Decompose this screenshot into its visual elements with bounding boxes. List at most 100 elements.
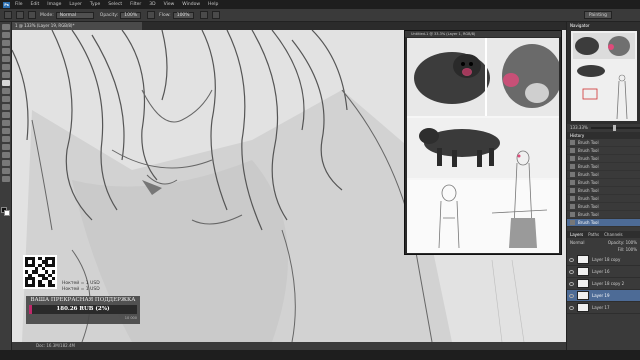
history-item[interactable]: Brush Tool bbox=[567, 219, 640, 227]
shape-tool-icon[interactable] bbox=[1, 160, 10, 166]
brush-icon bbox=[570, 196, 575, 201]
menu-help[interactable]: Help bbox=[208, 2, 218, 7]
marquee-tool-icon[interactable] bbox=[1, 32, 10, 38]
brush-icon bbox=[570, 180, 575, 185]
tab-history[interactable]: History bbox=[570, 132, 584, 139]
layers-panel-header: Layers Paths Channels bbox=[567, 231, 640, 238]
history-item-label: Brush Tool bbox=[578, 155, 599, 161]
donation-goal-widget: ВАША ПРЕКРАСНАЯ ПОДДЕРЖКА 180.26 RUB (2%… bbox=[26, 296, 140, 324]
tab-paths[interactable]: Paths bbox=[588, 231, 599, 238]
mode-select[interactable]: Normal bbox=[55, 11, 94, 19]
airbrush-icon[interactable] bbox=[199, 11, 208, 19]
visibility-eye-icon[interactable] bbox=[569, 305, 574, 310]
crop-tool-icon[interactable] bbox=[1, 56, 10, 62]
zoom-slider-knob[interactable] bbox=[612, 125, 616, 131]
dodge-tool-icon[interactable] bbox=[1, 128, 10, 134]
layer-name: Layer 17 bbox=[592, 305, 610, 310]
pressure-size-icon[interactable] bbox=[211, 11, 220, 19]
history-item-label: Brush Tool bbox=[578, 147, 599, 153]
type-tool-icon[interactable] bbox=[1, 144, 10, 150]
reference-window-title[interactable]: Untitled-1 @ 33.3% (Layer 1, RGB/8) bbox=[405, 31, 561, 37]
pen-tool-icon[interactable] bbox=[1, 136, 10, 142]
tab-navigator[interactable]: Navigator bbox=[570, 22, 590, 29]
visibility-eye-icon[interactable] bbox=[569, 257, 574, 262]
navigator-zoom-value[interactable]: 133.33% bbox=[570, 124, 588, 132]
menu-filter[interactable]: Filter bbox=[130, 2, 141, 7]
menu-window[interactable]: Window bbox=[182, 2, 200, 7]
brush-icon bbox=[570, 156, 575, 161]
layer-row[interactable]: Layer 19 bbox=[567, 290, 640, 302]
layers-list: Layer 18 copy Layer 16 Layer 18 copy 2 Laye… bbox=[567, 254, 640, 314]
doc-size-status: Doc: 16.3M/182.4M bbox=[36, 343, 75, 348]
menu-type[interactable]: Type bbox=[90, 2, 100, 7]
opacity-input[interactable]: 100% bbox=[120, 11, 142, 19]
menu-file[interactable]: File bbox=[15, 2, 23, 7]
reference-window[interactable]: Untitled-1 @ 33.3% (Layer 1, RGB/8) bbox=[404, 30, 562, 255]
visibility-eye-icon[interactable] bbox=[569, 281, 574, 286]
history-brush-tool-icon[interactable] bbox=[1, 96, 10, 102]
navigator-preview bbox=[571, 31, 637, 121]
healing-tool-icon[interactable] bbox=[1, 72, 10, 78]
layer-fill-input[interactable]: 100% bbox=[626, 247, 637, 252]
navigator-zoom-bar: 133.33% bbox=[567, 124, 640, 132]
right-dock: Navigator 133.33% History Brush Tool Bru… bbox=[566, 22, 640, 350]
eyedropper-tool-icon[interactable] bbox=[1, 64, 10, 70]
donation-qr-code bbox=[23, 255, 57, 289]
tab-layers[interactable]: Layers bbox=[570, 231, 583, 238]
history-panel-header: History bbox=[567, 132, 640, 139]
history-item-label: Brush Tool bbox=[578, 179, 599, 185]
layer-row[interactable]: Layer 18 copy bbox=[567, 254, 640, 266]
layer-name: Layer 18 copy bbox=[592, 257, 621, 262]
flow-input[interactable]: 100% bbox=[172, 11, 194, 19]
history-list: Brush Tool Brush Tool Brush Tool Brush Tool… bbox=[567, 139, 640, 231]
navigator-panel-header: Navigator bbox=[567, 22, 640, 29]
tab-channels[interactable]: Channels bbox=[604, 231, 623, 238]
gradient-tool-icon[interactable] bbox=[1, 112, 10, 118]
blend-mode-select[interactable]: Normal bbox=[570, 239, 584, 246]
layer-fill-label: Fill: bbox=[617, 247, 625, 252]
app-logo: Ps bbox=[3, 1, 10, 8]
brush-icon bbox=[570, 220, 575, 225]
layer-row[interactable]: Layer 16 bbox=[567, 266, 640, 278]
navigator-panel bbox=[567, 29, 640, 124]
menu-edit[interactable]: Edit bbox=[31, 2, 40, 7]
brush-tool-icon[interactable] bbox=[1, 80, 10, 86]
quick-select-tool-icon[interactable] bbox=[1, 48, 10, 54]
visibility-eye-icon[interactable] bbox=[569, 269, 574, 274]
history-item-label: Brush Tool bbox=[578, 171, 599, 177]
history-item-label: Brush Tool bbox=[578, 187, 599, 193]
layer-row[interactable]: Layer 18 copy 2 bbox=[567, 278, 640, 290]
lasso-tool-icon[interactable] bbox=[1, 40, 10, 46]
hand-tool-icon[interactable] bbox=[1, 168, 10, 174]
clone-stamp-tool-icon[interactable] bbox=[1, 88, 10, 94]
layer-opacity-input[interactable]: 100% bbox=[626, 240, 637, 245]
background-color-swatch[interactable] bbox=[4, 210, 10, 216]
menu-view[interactable]: View bbox=[164, 2, 175, 7]
menu-select[interactable]: Select bbox=[108, 2, 122, 7]
history-item-label: Brush Tool bbox=[578, 211, 599, 217]
zoom-tool-icon[interactable] bbox=[1, 176, 10, 182]
menu-layer[interactable]: Layer bbox=[69, 2, 82, 7]
layer-thumbnail bbox=[577, 291, 589, 300]
move-tool-icon[interactable] bbox=[1, 24, 10, 30]
eraser-tool-icon[interactable] bbox=[1, 104, 10, 110]
history-item-label: Brush Tool bbox=[578, 203, 599, 209]
layer-thumbnail bbox=[577, 303, 589, 312]
workspace-select[interactable]: Painting bbox=[583, 11, 612, 19]
options-bar: Mode: Normal Opacity: 100% Flow: 100% Pa… bbox=[0, 9, 640, 22]
path-select-tool-icon[interactable] bbox=[1, 152, 10, 158]
mode-control: Mode: Normal bbox=[40, 11, 94, 19]
layer-row[interactable]: Layer 17 bbox=[567, 302, 640, 314]
brush-panel-icon[interactable] bbox=[28, 11, 36, 19]
donation-rate-text: Ноктей = 1 USD Ноктей = 1 USD bbox=[62, 281, 100, 293]
document-tab[interactable]: 1 @ 133% (Layer 19, RGB/8)* bbox=[12, 22, 142, 30]
brush-preset-icon[interactable] bbox=[4, 11, 12, 19]
brush-size-icon[interactable] bbox=[16, 11, 24, 19]
blur-tool-icon[interactable] bbox=[1, 120, 10, 126]
menu-3d[interactable]: 3D bbox=[149, 2, 155, 7]
pressure-opacity-icon[interactable] bbox=[147, 11, 156, 19]
menu-image[interactable]: Image bbox=[47, 2, 61, 7]
visibility-eye-icon[interactable] bbox=[569, 293, 574, 298]
navigator-thumbnail[interactable] bbox=[571, 31, 637, 121]
navigator-zoom-slider[interactable] bbox=[590, 125, 640, 131]
